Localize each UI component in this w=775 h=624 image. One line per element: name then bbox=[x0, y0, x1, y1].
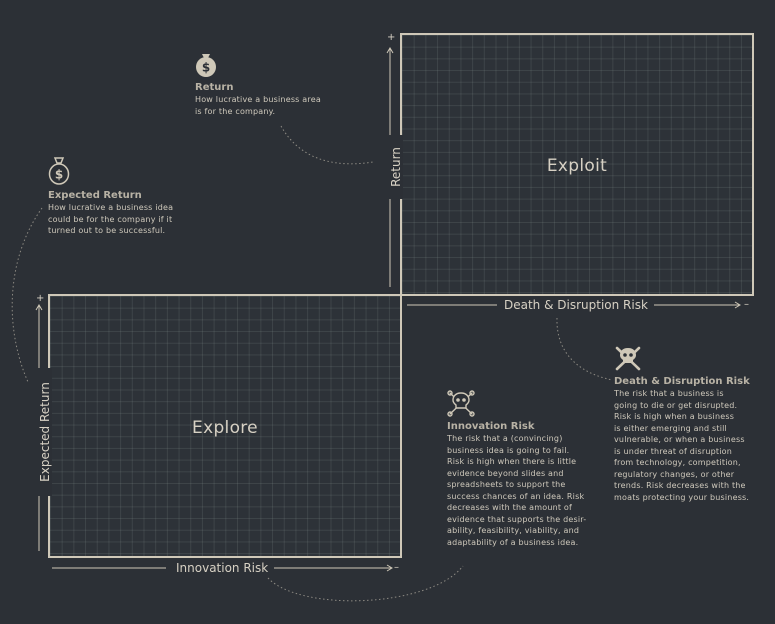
expected-return-annotation-text: How lucrative a business idea could be f… bbox=[48, 203, 174, 235]
skull-crossbones-outline-icon bbox=[447, 390, 475, 417]
money-bag-icon: $ bbox=[196, 54, 216, 77]
innovation-risk-annotation-text: The risk that a (convincing) business id… bbox=[447, 434, 587, 547]
return-annotation-title: Return bbox=[195, 82, 234, 93]
expected-return-axis-label: Expected Return bbox=[38, 368, 52, 496]
innovation-risk-annotation: Innovation Risk The risk that a (convinc… bbox=[447, 390, 607, 548]
connector-innovation-risk bbox=[267, 565, 464, 602]
expected-return-annotation-title: Expected Return bbox=[48, 190, 142, 201]
death-risk-annotation-title: Death & Disruption Risk bbox=[614, 376, 750, 387]
exploit-quadrant: Exploit bbox=[400, 33, 754, 296]
return-annotation-text: How lucrative a business area is for the… bbox=[195, 95, 321, 116]
innovation-risk-annotation-title: Innovation Risk bbox=[447, 421, 535, 432]
death-risk-axis-label: Death & Disruption Risk bbox=[498, 298, 654, 312]
death-risk-minus-sign: – bbox=[744, 299, 749, 310]
return-plus-sign: + bbox=[387, 32, 396, 43]
exploit-title: Exploit bbox=[546, 156, 608, 176]
death-risk-annotation: Death & Disruption Risk The risk that a … bbox=[614, 345, 772, 503]
portfolio-map: Exploit Explore Return + Death & Disrupt… bbox=[0, 0, 775, 624]
return-axis-label: Return bbox=[389, 135, 403, 199]
return-annotation: $ Return How lucrative a business area i… bbox=[195, 52, 345, 117]
svg-text:$: $ bbox=[55, 168, 63, 182]
connector-return bbox=[280, 125, 374, 165]
skull-crossbones-icon bbox=[615, 346, 641, 371]
explore-title: Explore bbox=[192, 418, 258, 438]
innovation-risk-axis-label: Innovation Risk bbox=[170, 561, 275, 575]
explore-quadrant: Explore bbox=[48, 294, 402, 558]
expected-return-plus-sign: + bbox=[36, 293, 45, 304]
death-risk-annotation-text: The risk that a business is going to die… bbox=[614, 389, 750, 502]
svg-text:$: $ bbox=[202, 61, 210, 75]
expected-return-annotation: $ Expected Return How lucrative a busine… bbox=[48, 156, 198, 237]
money-bag-outline-icon: $ bbox=[48, 157, 70, 185]
innovation-risk-minus-sign: – bbox=[394, 562, 399, 573]
connector-death-risk bbox=[556, 317, 613, 381]
